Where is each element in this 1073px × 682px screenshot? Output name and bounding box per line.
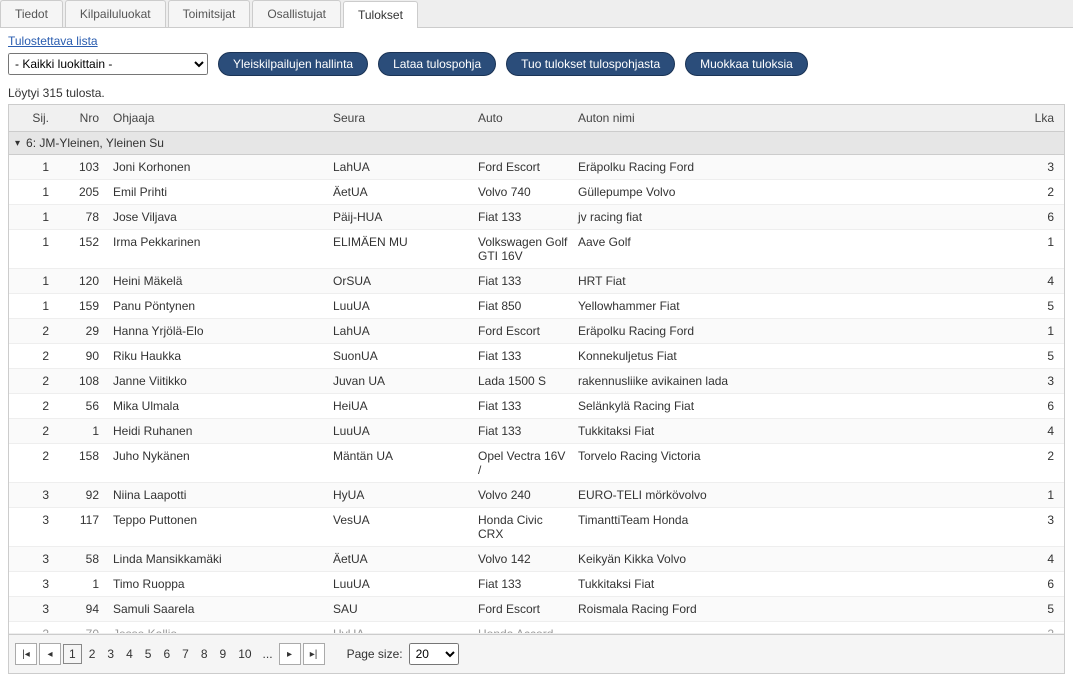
table-row[interactable]: 1103Joni KorhonenLahUAFord EscortEräpolk… <box>9 155 1064 180</box>
tab-kilpailuluokat[interactable]: Kilpailuluokat <box>65 0 166 27</box>
page-3[interactable]: 3 <box>102 645 119 663</box>
chevron-down-icon: ▾ <box>15 138 20 149</box>
col-auton-nimi[interactable]: Auton nimi <box>574 105 1014 131</box>
table-row[interactable]: 3117Teppo PuttonenVesUAHonda Civic CRXTi… <box>9 508 1064 547</box>
prev-page-button[interactable]: ◂ <box>39 643 61 665</box>
table-row[interactable]: 31Timo RuoppaLuuUAFiat 133Tukkitaksi Fia… <box>9 572 1064 597</box>
table-row[interactable]: 2 70 Jesse Kallio HyUA Honda Accord 2 <box>9 622 1064 634</box>
table-row[interactable]: 2158Juho NykänenMäntän UAOpel Vectra 16V… <box>9 444 1064 483</box>
edit-results-button[interactable]: Muokkaa tuloksia <box>685 52 808 76</box>
download-template-button[interactable]: Lataa tulospohja <box>378 52 496 76</box>
table-row[interactable]: 1152Irma PekkarinenELIMÄEN MUVolkswagen … <box>9 230 1064 269</box>
tab-toimitsijat[interactable]: Toimitsijat <box>168 0 251 27</box>
table-header: Sij. Nro Ohjaaja Seura Auto Auton nimi L… <box>9 105 1064 132</box>
group-label: 6: JM-Yleinen, Yleinen Su <box>26 136 164 150</box>
print-link[interactable]: Tulostettava lista <box>8 34 98 48</box>
page-4[interactable]: 4 <box>121 645 138 663</box>
tab-tulokset[interactable]: Tulokset <box>343 1 418 28</box>
group-row[interactable]: ▾ 6: JM-Yleinen, Yleinen Su <box>9 132 1064 155</box>
col-auto[interactable]: Auto <box>474 105 574 131</box>
table-row[interactable]: 1205Emil PrihtiÄetUAVolvo 740Güllepumpe … <box>9 180 1064 205</box>
page-9[interactable]: 9 <box>215 645 232 663</box>
result-count: Löytyi 315 tulosta. <box>8 86 1065 100</box>
pager-ellipsis[interactable]: ... <box>259 645 277 663</box>
page-2[interactable]: 2 <box>84 645 101 663</box>
next-page-button[interactable]: ▸ <box>279 643 301 665</box>
page-5[interactable]: 5 <box>140 645 157 663</box>
table-row[interactable]: 229Hanna Yrjölä-EloLahUAFord EscortEräpo… <box>9 319 1064 344</box>
table-row[interactable]: 1159Panu PöntynenLuuUAFiat 850Yellowhamm… <box>9 294 1064 319</box>
table-row[interactable]: 178Jose ViljavaPäij-HUAFiat 133jv racing… <box>9 205 1064 230</box>
first-page-button[interactable]: |◂ <box>15 643 37 665</box>
table-row[interactable]: 2108Janne ViitikkoJuvan UALada 1500 Srak… <box>9 369 1064 394</box>
table-row[interactable]: 1120Heini MäkeläOrSUAFiat 133HRT Fiat4 <box>9 269 1064 294</box>
class-filter-select[interactable]: - Kaikki luokittain - <box>8 53 208 75</box>
overall-button[interactable]: Yleiskilpailujen hallinta <box>218 52 368 76</box>
page-6[interactable]: 6 <box>158 645 175 663</box>
table-row[interactable]: 358Linda MansikkamäkiÄetUAVolvo 142Keiky… <box>9 547 1064 572</box>
pager: |◂ ◂ 12345678910 ... ▸ ▸| Page size: 20 <box>9 634 1064 673</box>
page-1[interactable]: 1 <box>63 644 82 664</box>
col-sij[interactable]: Sij. <box>9 105 59 131</box>
last-page-button[interactable]: ▸| <box>303 643 325 665</box>
col-seura[interactable]: Seura <box>329 105 474 131</box>
table-row[interactable]: 21Heidi RuhanenLuuUAFiat 133Tukkitaksi F… <box>9 419 1064 444</box>
tab-tiedot[interactable]: Tiedot <box>0 0 63 27</box>
table-row[interactable]: 394Samuli SaarelaSAUFord EscortRoismala … <box>9 597 1064 622</box>
page-10[interactable]: 10 <box>233 645 256 663</box>
page-7[interactable]: 7 <box>177 645 194 663</box>
page-size-label: Page size: <box>347 647 403 661</box>
tab-osallistujat[interactable]: Osallistujat <box>252 0 341 27</box>
col-ohjaaja[interactable]: Ohjaaja <box>109 105 329 131</box>
import-results-button[interactable]: Tuo tulokset tulospohjasta <box>506 52 675 76</box>
page-size-select[interactable]: 20 <box>409 643 459 665</box>
table-row[interactable]: 256Mika UlmalaHeiUAFiat 133Selänkylä Rac… <box>9 394 1064 419</box>
col-lka[interactable]: Lka <box>1014 105 1064 131</box>
col-nro[interactable]: Nro <box>59 105 109 131</box>
table-row[interactable]: 392Niina LaapottiHyUAVolvo 240EURO-TELI … <box>9 483 1064 508</box>
table-row[interactable]: 290Riku HaukkaSuonUAFiat 133Konnekuljetu… <box>9 344 1064 369</box>
page-8[interactable]: 8 <box>196 645 213 663</box>
